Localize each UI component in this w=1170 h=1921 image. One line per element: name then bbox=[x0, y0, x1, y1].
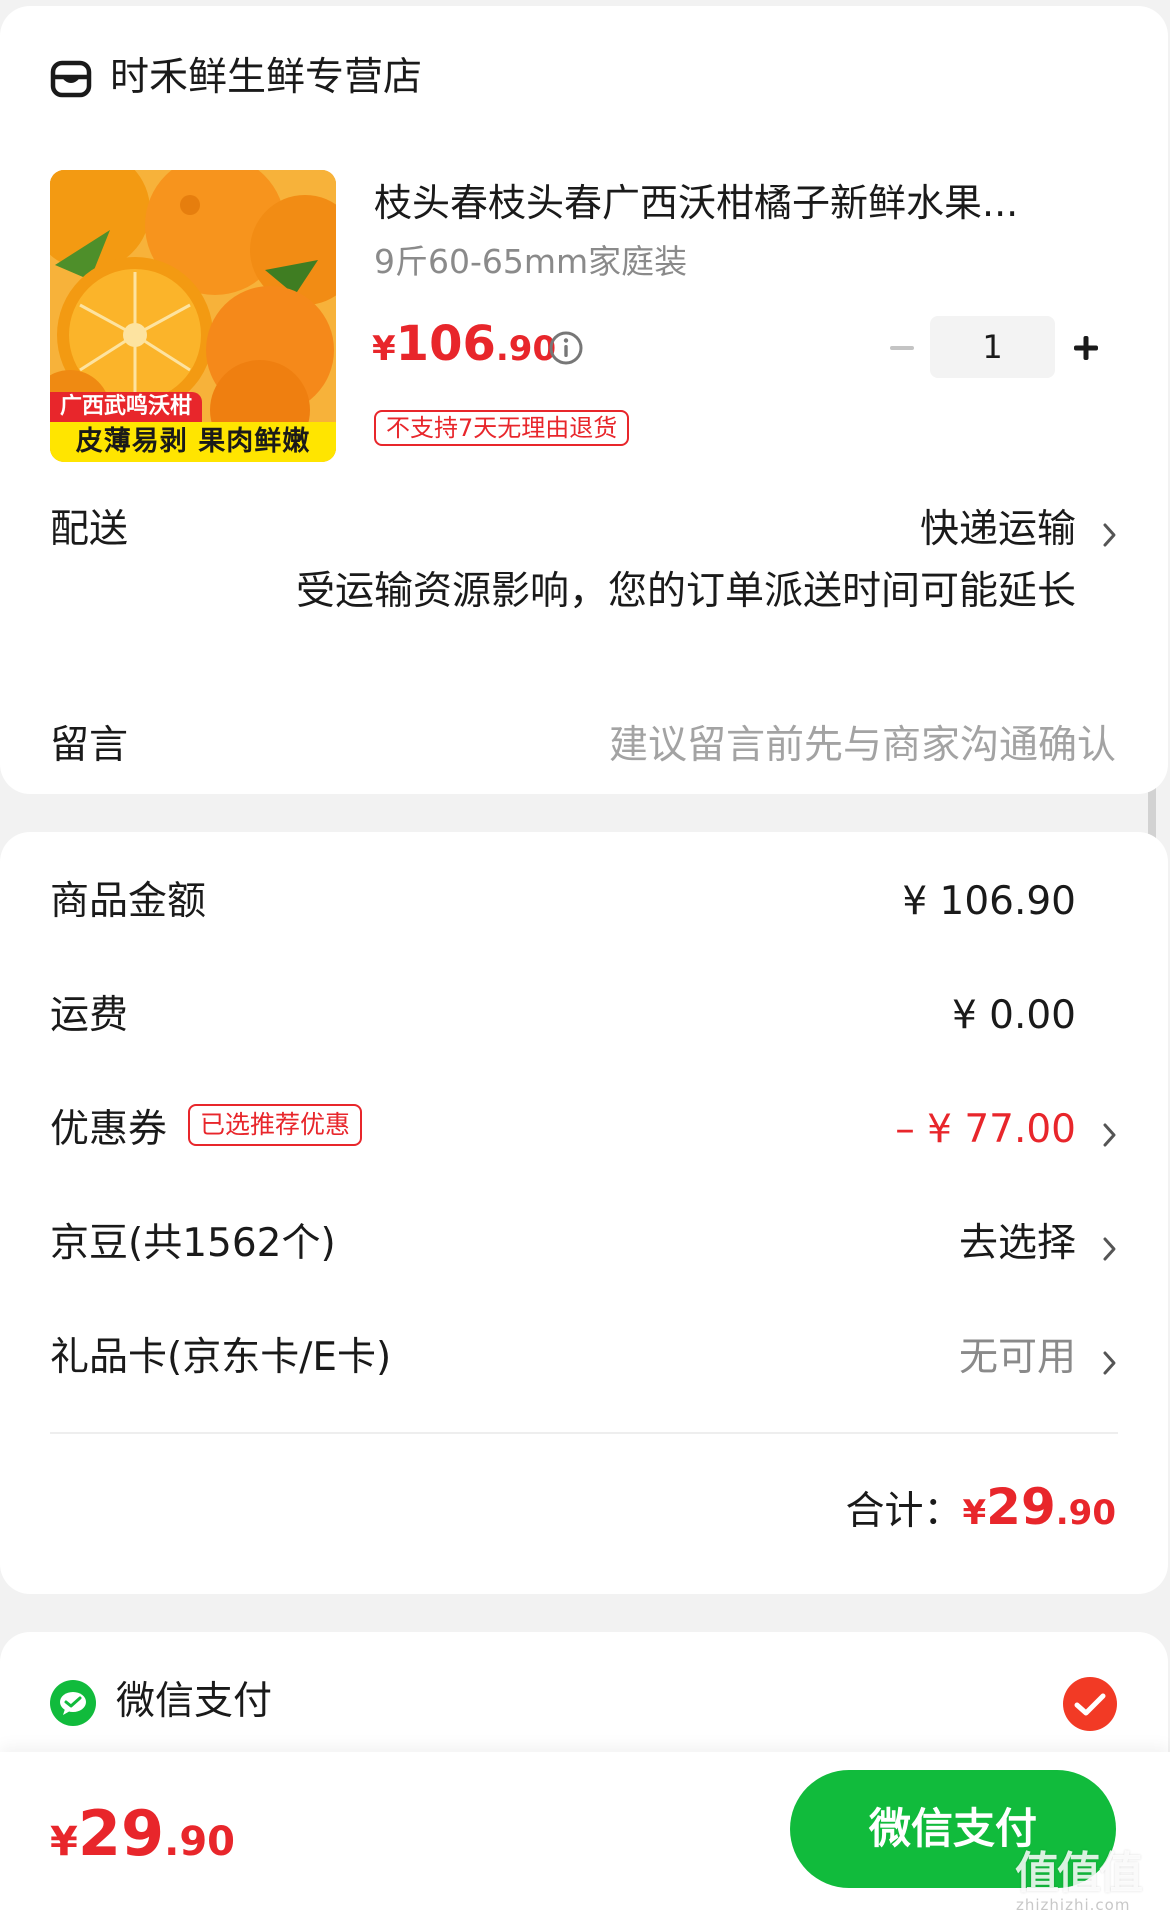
message-input[interactable]: 建议留言前先与商家沟通确认 bbox=[609, 720, 1116, 772]
jingdou-select[interactable]: 去选择 bbox=[959, 1218, 1076, 1270]
shipping-value: ¥ 0.00 bbox=[951, 993, 1076, 1038]
jingdou-label: 京豆(共1562个) bbox=[50, 1221, 336, 1266]
total-integer: 29 bbox=[986, 1478, 1056, 1536]
bottom-total-price: ¥29.90 bbox=[50, 1794, 235, 1890]
info-icon[interactable] bbox=[548, 330, 584, 366]
watermark-url: zhizhizhi.com bbox=[1016, 1896, 1131, 1914]
delivery-method[interactable]: 快递运输 bbox=[920, 504, 1076, 556]
checkmark-selected-icon[interactable] bbox=[1062, 1676, 1118, 1732]
quantity-input[interactable]: 1 bbox=[930, 316, 1055, 378]
total-decimal: .90 bbox=[1055, 1493, 1116, 1533]
quantity-decrease-button[interactable] bbox=[882, 328, 922, 368]
delivery-notice: 受运输资源影响，您的订单派送时间可能延长 bbox=[295, 569, 1076, 614]
chevron-right-icon[interactable] bbox=[1097, 1348, 1121, 1378]
order-item-card: 时禾鲜生鲜专营店 广西武鸣沃柑 皮薄易剥 果肉鲜嫩 枝头春枝头春广西沃柑橘子新鲜… bbox=[0, 6, 1168, 794]
product-title[interactable]: 枝头春枝头春广西沃柑橘子新鲜水果... bbox=[374, 178, 1086, 228]
store-name[interactable]: 时禾鲜生鲜专营店 bbox=[110, 52, 422, 104]
chevron-right-icon[interactable] bbox=[1097, 1234, 1121, 1264]
product-image-slogan: 皮薄易剥 果肉鲜嫩 bbox=[50, 422, 336, 462]
coupon-badge: 已选推荐优惠 bbox=[188, 1104, 363, 1146]
product-price: ¥106.90 bbox=[372, 314, 556, 385]
goods-amount-value: ¥ 106.90 bbox=[902, 879, 1076, 924]
store-icon bbox=[50, 60, 92, 98]
coupon-label: 优惠券 bbox=[50, 1107, 168, 1152]
goods-amount-label: 商品金额 bbox=[50, 879, 207, 924]
price-summary-card: 商品金额 ¥ 106.90 运费 ¥ 0.00 优惠券 已选推荐优惠 – ¥ 7… bbox=[0, 832, 1168, 1594]
return-policy-tag: 不支持7天无理由退货 bbox=[374, 410, 630, 446]
divider bbox=[50, 1432, 1118, 1434]
product-spec[interactable]: 9斤60-65mm家庭装 bbox=[374, 239, 687, 285]
delivery-label: 配送 bbox=[50, 507, 129, 552]
product-image-origin-tag: 广西武鸣沃柑 bbox=[50, 392, 203, 422]
total-label: 合计： bbox=[845, 1489, 963, 1534]
total-currency: ¥ bbox=[962, 1493, 987, 1533]
chevron-right-icon[interactable] bbox=[1097, 520, 1121, 550]
coupon-value[interactable]: – ¥ 77.00 bbox=[895, 1104, 1076, 1156]
giftcard-value[interactable]: 无可用 bbox=[959, 1332, 1076, 1384]
bottom-price-decimal: .90 bbox=[164, 1819, 235, 1865]
shipping-label: 运费 bbox=[50, 993, 129, 1038]
chevron-right-icon[interactable] bbox=[1097, 1120, 1121, 1150]
giftcard-label: 礼品卡(京东卡/E卡) bbox=[50, 1335, 392, 1380]
product-price-currency: ¥ bbox=[372, 329, 396, 369]
bottom-price-integer: 29 bbox=[77, 1797, 165, 1870]
wechat-pay-icon bbox=[50, 1680, 96, 1726]
quantity-increase-button[interactable] bbox=[1066, 328, 1106, 368]
message-label: 留言 bbox=[50, 723, 129, 768]
wechat-pay-label[interactable]: 微信支付 bbox=[116, 1676, 272, 1728]
watermark-logo: 值值值 bbox=[1015, 1848, 1143, 1899]
product-image[interactable]: 广西武鸣沃柑 皮薄易剥 果肉鲜嫩 bbox=[50, 170, 336, 462]
product-price-integer: 106 bbox=[395, 316, 496, 372]
order-total: 合计：¥29.90 bbox=[845, 1472, 1116, 1554]
total-price: ¥29.90 bbox=[963, 1478, 1117, 1536]
checkout-bottom-bar: ¥29.90 微信支付 值值值 zhizhizhi.com bbox=[0, 1752, 1170, 1921]
bottom-price-currency: ¥ bbox=[50, 1819, 78, 1865]
